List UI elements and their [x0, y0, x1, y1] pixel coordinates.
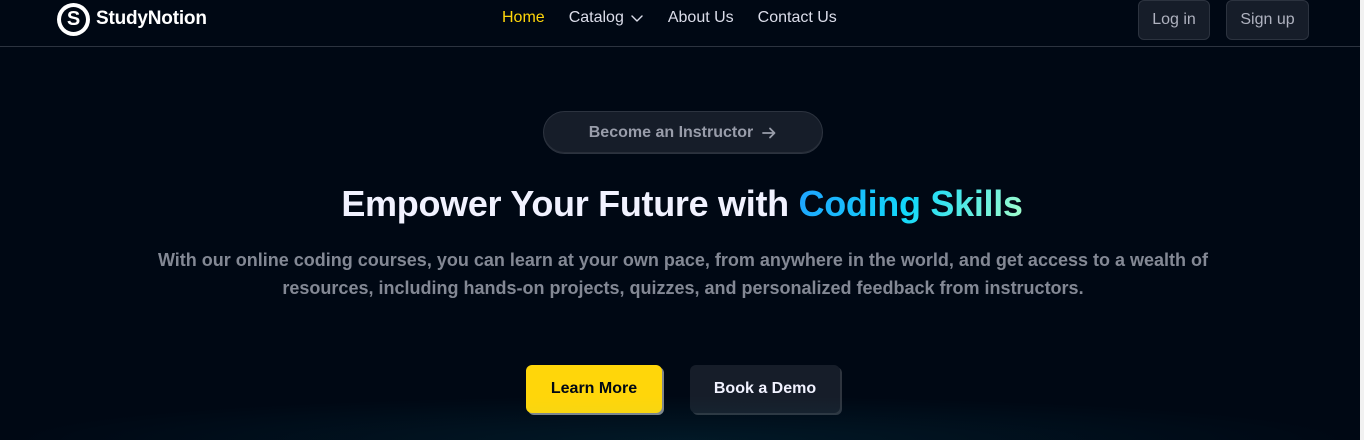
nav-catalog-label: Catalog — [568, 9, 624, 26]
signup-button[interactable]: Sign up — [1226, 0, 1309, 40]
studynotion-logo-icon: S — [57, 2, 90, 36]
page-scrollbar[interactable] — [1360, 0, 1364, 440]
nav-home-label: Home — [502, 9, 545, 26]
hero-subtitle: With our online coding courses, you can … — [157, 250, 1209, 298]
nav-contact-label: Contact Us — [757, 9, 837, 26]
become-instructor-button[interactable]: Become an Instructor — [543, 111, 823, 154]
hero-title-highlight: Coding Skills — [798, 183, 1023, 224]
main-navigation: Home Catalog About Us Contact Us — [502, 9, 837, 27]
nav-about-link[interactable]: About Us — [668, 9, 734, 27]
nav-home-link[interactable]: Home — [502, 9, 545, 27]
top-navbar: S StudyNotion Home Catalog About Us Cont… — [0, 0, 1364, 47]
logo-mark-letter: S — [61, 6, 86, 32]
hero-title-prefix: Empower Your Future with — [341, 183, 799, 224]
studynotion-logo[interactable]: S StudyNotion — [57, 2, 207, 36]
background-glow — [0, 395, 1364, 440]
become-instructor-label: Become an Instructor — [588, 123, 754, 141]
login-button[interactable]: Log in — [1138, 0, 1210, 40]
nav-catalog-dropdown[interactable]: Catalog — [569, 9, 644, 27]
arrow-right-icon — [762, 127, 776, 138]
hero-title: Empower Your Future with Coding Skills — [0, 183, 1364, 225]
brand-name: StudyNotion — [96, 8, 207, 29]
nav-contact-link[interactable]: Contact Us — [758, 9, 837, 27]
nav-about-label: About Us — [667, 9, 734, 26]
chevron-down-icon — [631, 15, 643, 22]
